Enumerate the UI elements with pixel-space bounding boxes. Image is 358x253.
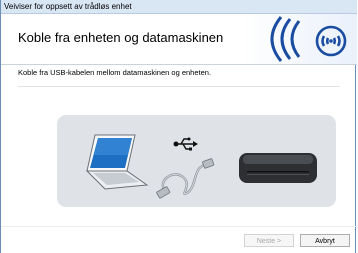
window-title: Veiviser for oppsett av trådløs enhet xyxy=(4,2,132,11)
usb-icon xyxy=(173,137,198,151)
wifi-logo-icon xyxy=(241,14,357,64)
usb-cable-icon xyxy=(156,158,215,199)
next-button[interactable]: Neste > xyxy=(244,234,294,247)
wizard-window: Veiviser for oppsett av trådløs enhet Ko… xyxy=(0,0,357,253)
laptop-icon xyxy=(85,134,149,190)
illustration-panel xyxy=(57,115,336,207)
footer-divider xyxy=(1,226,357,227)
cancel-button[interactable]: Avbryt xyxy=(300,234,350,247)
printer-device-icon xyxy=(239,153,317,183)
instruction-text: Koble fra USB-kabelen mellom datamaskine… xyxy=(18,68,212,77)
divider xyxy=(18,86,340,87)
page-title: Koble fra enheten og datamaskinen xyxy=(18,30,224,45)
header-banner: Koble fra enheten og datamaskinen xyxy=(1,14,357,65)
title-bar: Veiviser for oppsett av trådløs enhet xyxy=(1,0,357,14)
